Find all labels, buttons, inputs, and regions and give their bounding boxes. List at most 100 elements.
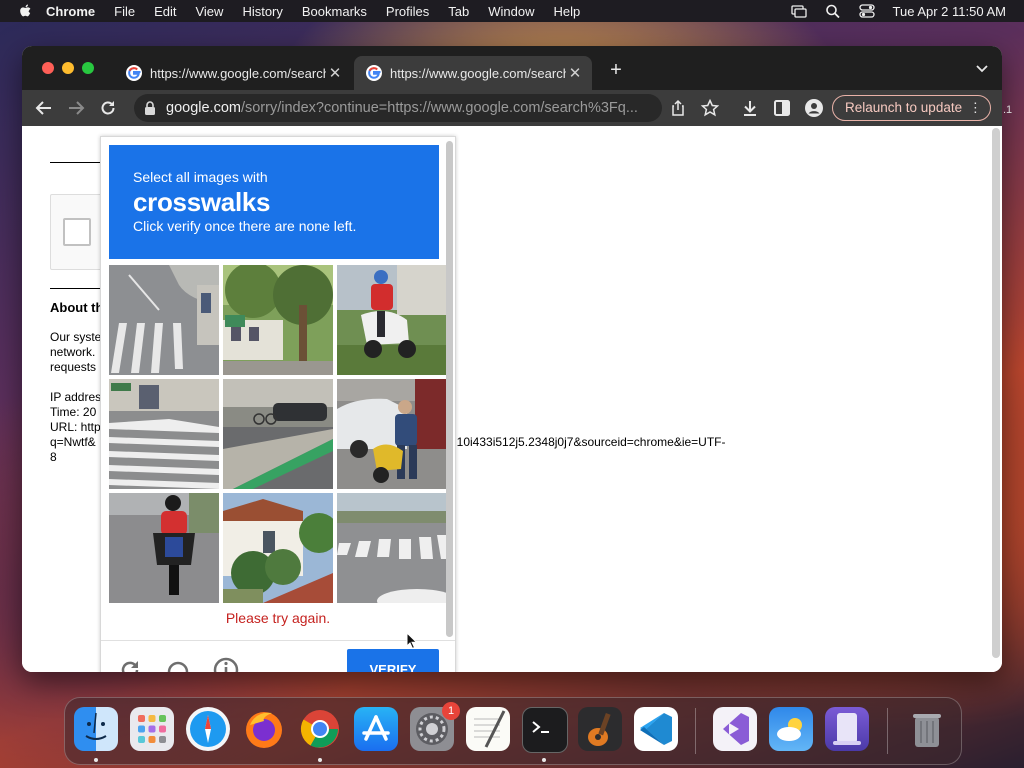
background-window-fragment: .1: [1003, 104, 1013, 116]
chrome-window: https://www.google.com/search ✕ https://…: [22, 46, 1002, 672]
close-tab-icon[interactable]: ✕: [566, 64, 584, 82]
simulator-icon[interactable]: [825, 707, 869, 751]
menu-clock[interactable]: Tue Apr 2 11:50 AM: [893, 4, 1006, 19]
tab-title: https://www.google.com/search: [390, 65, 566, 81]
zoom-window-button[interactable]: [82, 62, 94, 74]
verify-button[interactable]: VERIFY: [347, 649, 439, 672]
running-indicator: [94, 758, 98, 762]
image-tile-5[interactable]: [223, 379, 333, 489]
recaptcha-checkbox[interactable]: [63, 218, 91, 246]
menu-help[interactable]: Help: [554, 4, 581, 19]
image-tile-9[interactable]: [337, 493, 447, 603]
lock-icon[interactable]: [144, 101, 156, 115]
downloads-icon[interactable]: [740, 98, 760, 118]
error-message: Please try again.: [225, 610, 331, 626]
share-icon[interactable]: [668, 98, 688, 118]
info-line: 8: [50, 450, 57, 464]
running-indicator: [318, 758, 322, 762]
screen-mirroring-icon[interactable]: [790, 4, 807, 18]
vscode-icon[interactable]: [634, 707, 678, 751]
challenge-instruction: Click verify once there are none left.: [133, 218, 357, 234]
tab-title: https://www.google.com/search: [150, 65, 326, 81]
body-line: requests: [50, 360, 97, 374]
launchpad-icon[interactable]: [130, 707, 174, 751]
close-window-button[interactable]: [42, 62, 54, 74]
menu-view[interactable]: View: [195, 4, 223, 19]
image-tile-6[interactable]: [337, 379, 447, 489]
url-host: google.com: [166, 100, 241, 116]
url-path: /sorry/index?continue=https://www.google…: [240, 100, 638, 116]
relaunch-to-update-button[interactable]: Relaunch to update ⋮: [832, 95, 992, 121]
image-tile-3[interactable]: [337, 265, 447, 375]
firefox-icon[interactable]: [242, 707, 286, 751]
address-bar[interactable]: google.com/sorry/index?continue=https://…: [134, 94, 662, 122]
menu-window[interactable]: Window: [488, 4, 534, 19]
tab-google-search-1[interactable]: https://www.google.com/search ✕: [114, 56, 352, 90]
chrome-menu-icon[interactable]: ⋮: [969, 96, 983, 120]
running-indicator: [542, 758, 546, 762]
textedit-icon[interactable]: [466, 707, 510, 751]
back-arrow-icon[interactable]: [34, 98, 54, 118]
info-line: URL: http: [50, 420, 101, 434]
menu-edit[interactable]: Edit: [154, 4, 176, 19]
google-favicon-icon: [126, 65, 142, 81]
terminal-icon[interactable]: [522, 707, 568, 753]
image-tile-4[interactable]: [109, 379, 219, 489]
info-line: IP addres: [50, 390, 102, 404]
info-icon[interactable]: [213, 657, 239, 672]
bookmark-star-icon[interactable]: [700, 98, 720, 118]
challenge-header: Select all images with crosswalks Click …: [109, 145, 439, 259]
image-tile-2[interactable]: [223, 265, 333, 375]
forward-arrow-icon[interactable]: [66, 98, 86, 118]
finder-icon[interactable]: [74, 707, 118, 751]
garageband-icon[interactable]: [578, 707, 622, 751]
visual-studio-icon[interactable]: [713, 707, 757, 751]
body-line: Our syste: [50, 330, 102, 344]
reload-icon[interactable]: [98, 98, 118, 118]
new-tab-button[interactable]: +: [606, 60, 626, 80]
weather-icon[interactable]: [769, 707, 813, 751]
apple-icon[interactable]: [18, 4, 32, 18]
url-continuation: i10i433i512j5.2348j0j7&sourceid=chrome&i…: [454, 435, 726, 449]
chrome-icon[interactable]: [298, 707, 342, 751]
menu-bookmarks[interactable]: Bookmarks: [302, 4, 367, 19]
challenge-target: crosswalks: [133, 187, 271, 217]
recaptcha-challenge: Select all images with crosswalks Click …: [100, 136, 456, 672]
reload-challenge-icon[interactable]: [117, 657, 143, 672]
dock-separator: [887, 708, 888, 754]
tab-search-chevron-icon[interactable]: [976, 64, 988, 74]
image-tile-1[interactable]: [109, 265, 219, 375]
tab-google-search-2[interactable]: https://www.google.com/search ✕: [354, 56, 592, 90]
close-tab-icon[interactable]: ✕: [326, 64, 344, 82]
trash-icon[interactable]: [905, 707, 949, 751]
dock-separator: [695, 708, 696, 754]
control-center-icon[interactable]: [858, 4, 875, 18]
challenge-prompt: Select all images with: [133, 169, 268, 185]
info-line: Time: 20: [50, 405, 97, 419]
safari-icon[interactable]: [186, 707, 230, 751]
profile-avatar-icon[interactable]: [804, 98, 824, 118]
footer-divider: [101, 640, 455, 641]
menu-profiles[interactable]: Profiles: [386, 4, 429, 19]
challenge-scrollbar[interactable]: [446, 141, 453, 637]
menu-tab[interactable]: Tab: [448, 4, 469, 19]
side-panel-icon[interactable]: [772, 98, 792, 118]
app-store-icon[interactable]: [354, 707, 398, 751]
about-heading: About th: [50, 300, 104, 315]
notification-badge: 1: [442, 702, 460, 720]
image-tile-7[interactable]: [109, 493, 219, 603]
relaunch-label: Relaunch to update: [845, 100, 963, 115]
google-favicon-icon: [366, 65, 382, 81]
mouse-cursor-icon: [406, 632, 418, 650]
image-tile-8[interactable]: [223, 493, 333, 603]
page-scrollbar[interactable]: [992, 128, 1000, 658]
spotlight-search-icon[interactable]: [825, 4, 841, 18]
menu-history[interactable]: History: [242, 4, 282, 19]
menu-file[interactable]: File: [114, 4, 135, 19]
browser-toolbar: google.com/sorry/index?continue=https://…: [22, 90, 1002, 126]
menu-bar: Chrome File Edit View History Bookmarks …: [0, 0, 1024, 22]
minimize-window-button[interactable]: [62, 62, 74, 74]
info-line: q=Nwtf&: [50, 435, 96, 449]
menu-app-name[interactable]: Chrome: [46, 4, 95, 19]
audio-challenge-icon[interactable]: [165, 657, 191, 672]
